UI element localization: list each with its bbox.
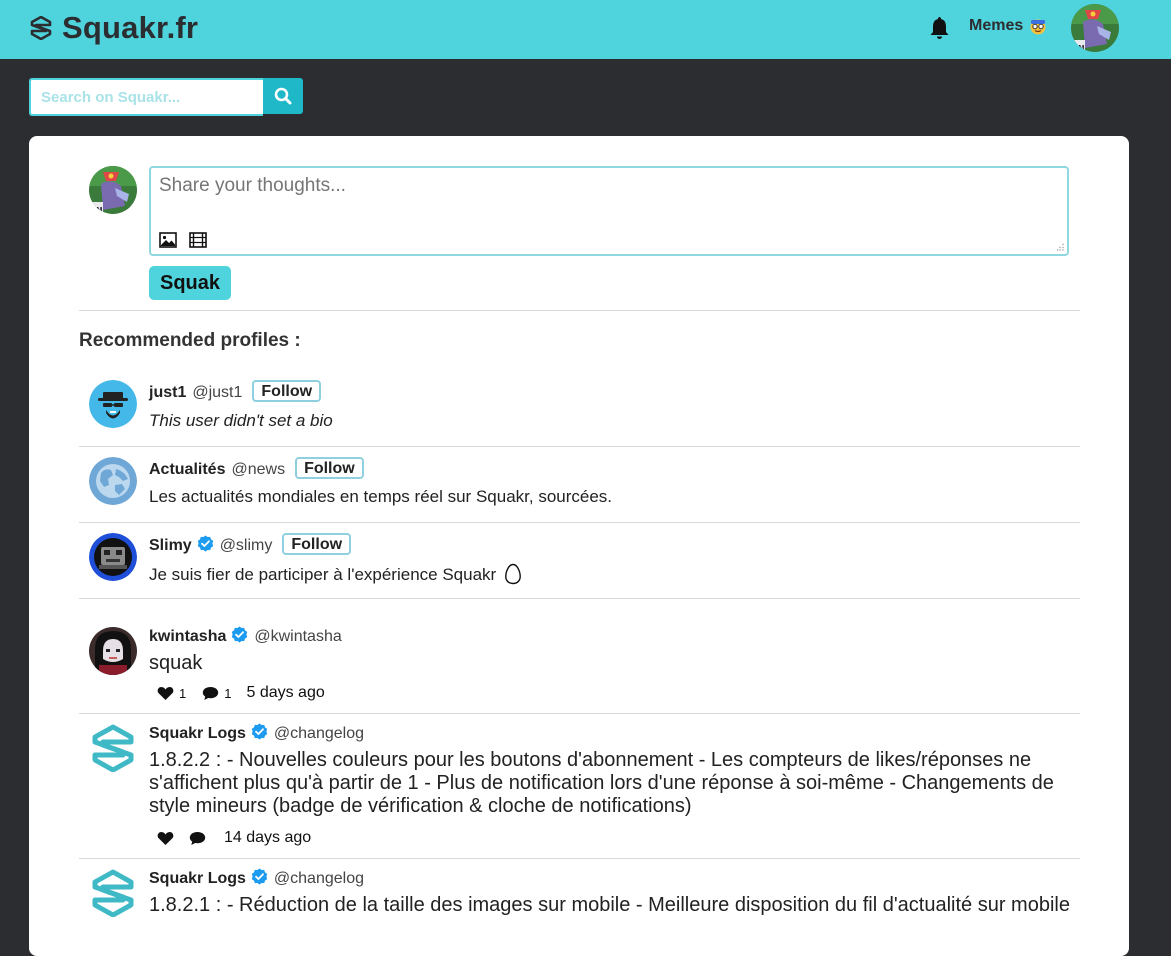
recommended-profile: Slimy @slimy Follow Je suis fier de partic… bbox=[79, 522, 1080, 598]
profile-avatar[interactable] bbox=[89, 380, 137, 428]
reply-count: 1 bbox=[224, 685, 232, 701]
post-actions: 14 days ago bbox=[157, 829, 311, 847]
feed-post: Squakr Logs @changelog 1.8.2.1 : - Réduct… bbox=[79, 858, 1080, 956]
post-time[interactable]: 5 days ago bbox=[246, 684, 324, 702]
profile-bio: Les actualités mondiales en temps réel s… bbox=[149, 487, 613, 506]
svg-text:OM: OM bbox=[1073, 45, 1084, 52]
profile-name[interactable]: just1 bbox=[149, 384, 186, 401]
user-avatar[interactable]: OM bbox=[1071, 4, 1119, 52]
composer-textarea[interactable] bbox=[151, 168, 1067, 232]
comment-icon bbox=[189, 831, 206, 845]
profile-bio-wrap: Je suis fier de participer à l'expérienc… bbox=[149, 563, 522, 585]
reply-button[interactable]: 1 bbox=[202, 686, 231, 701]
like-count: 1 bbox=[179, 685, 187, 701]
profile-avatar[interactable] bbox=[89, 533, 137, 581]
post-author-name[interactable]: Squakr Logs bbox=[149, 870, 246, 887]
post-text: 1.8.2.1 : - Réduction de la taille des i… bbox=[149, 894, 1070, 916]
squak-button[interactable]: Squak bbox=[149, 266, 231, 300]
notification-bell-icon[interactable] bbox=[929, 16, 950, 40]
follow-button[interactable]: Follow bbox=[295, 457, 364, 479]
verified-badge-icon bbox=[251, 868, 268, 885]
resize-grip-icon[interactable] bbox=[1056, 243, 1064, 251]
composer-avatar: OM bbox=[89, 166, 137, 214]
brand-name: Squakr.fr bbox=[62, 10, 199, 45]
verified-badge-icon bbox=[232, 626, 248, 643]
nerd-face-emoji-icon bbox=[1030, 19, 1046, 35]
verified-badge-icon bbox=[251, 723, 268, 740]
search-form bbox=[29, 78, 303, 116]
post-author-name[interactable]: kwintasha bbox=[149, 628, 226, 645]
profile-handle[interactable]: @slimy bbox=[220, 537, 273, 554]
profile-name[interactable]: Slimy bbox=[149, 537, 192, 554]
recommended-profile: just1 @just1 Follow This user didn't set a… bbox=[79, 368, 1080, 446]
main-card: OM Squak Recommended profiles : bbox=[29, 136, 1129, 956]
post-avatar[interactable] bbox=[89, 869, 137, 917]
post-avatar[interactable] bbox=[89, 627, 137, 675]
profile-handle[interactable]: @just1 bbox=[192, 384, 242, 401]
profile-avatar[interactable] bbox=[89, 457, 137, 505]
egg-icon bbox=[505, 563, 521, 585]
search-button[interactable] bbox=[263, 78, 303, 114]
divider bbox=[79, 310, 1080, 311]
feed-post: Squakr Logs @changelog 1.8.2.2 : - Nouvel… bbox=[79, 713, 1080, 858]
verified-badge-icon bbox=[197, 535, 213, 552]
composer-box bbox=[149, 166, 1069, 256]
post-author-name[interactable]: Squakr Logs bbox=[149, 725, 246, 742]
search-icon bbox=[274, 87, 292, 105]
feed-post: kwintasha @kwintasha squak 1 1 5 days ago bbox=[79, 598, 1080, 713]
squakr-logo-icon bbox=[30, 16, 52, 40]
memes-label: Memes bbox=[969, 17, 1024, 34]
image-icon[interactable] bbox=[159, 232, 177, 248]
profile-bio: Je suis fier de participer à l'expérienc… bbox=[149, 565, 497, 584]
post-author-handle[interactable]: @changelog bbox=[274, 725, 364, 742]
heart-icon bbox=[157, 831, 174, 845]
reply-button[interactable] bbox=[189, 831, 211, 846]
search-input[interactable] bbox=[29, 78, 263, 116]
brand-link[interactable]: Squakr.fr bbox=[30, 10, 198, 46]
post-text: squak bbox=[149, 652, 203, 674]
recommended-profile: Actualités @news Follow Les actualités mon… bbox=[79, 446, 1080, 522]
follow-button[interactable]: Follow bbox=[252, 380, 322, 402]
recommended-title: Recommended profiles : bbox=[79, 330, 301, 351]
profile-name[interactable]: Actualités bbox=[149, 461, 225, 478]
like-button[interactable]: 1 bbox=[157, 686, 186, 701]
like-button[interactable] bbox=[157, 831, 179, 846]
heart-icon bbox=[157, 686, 174, 700]
post-author-handle[interactable]: @kwintasha bbox=[254, 628, 341, 645]
post-actions: 1 1 5 days ago bbox=[157, 684, 325, 702]
comment-icon bbox=[203, 686, 219, 700]
top-bar: Squakr.fr Memes OM bbox=[0, 0, 1171, 59]
post-author-handle[interactable]: @changelog bbox=[274, 870, 364, 887]
profile-handle[interactable]: @news bbox=[231, 461, 285, 478]
post-time[interactable]: 14 days ago bbox=[224, 829, 311, 847]
svg-text:OM: OM bbox=[91, 207, 102, 214]
film-icon[interactable] bbox=[189, 232, 207, 248]
profile-bio: This user didn't set a bio bbox=[149, 411, 333, 430]
follow-button[interactable]: Follow bbox=[282, 533, 352, 555]
memes-link[interactable]: Memes bbox=[969, 17, 1047, 35]
post-text: 1.8.2.2 : - Nouvelles couleurs pour les … bbox=[149, 749, 1054, 817]
post-avatar[interactable] bbox=[89, 724, 137, 772]
